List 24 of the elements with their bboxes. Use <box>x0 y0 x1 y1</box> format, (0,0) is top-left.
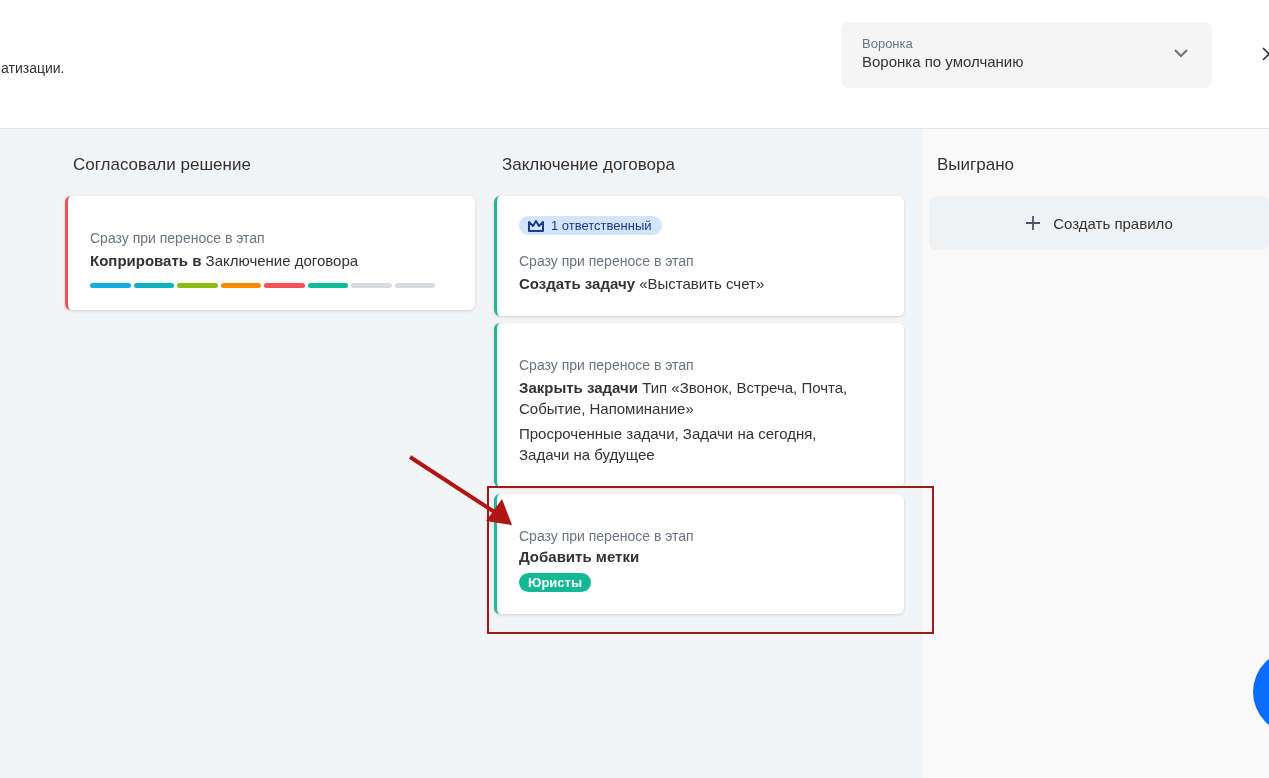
trigger-text: Сразу при переносе в этап <box>90 230 266 246</box>
trigger-text: Сразу при переносе в этап <box>519 528 695 544</box>
column-title: Выиграно <box>937 155 1015 175</box>
action-text: Коприровать в Заключение договора <box>90 251 360 271</box>
responsible-badge: 1 ответственный <box>519 216 662 235</box>
chevron-down-icon <box>1174 49 1188 58</box>
action-text: Создать задачу «Выставить счет» <box>519 274 766 294</box>
rule-card[interactable]: Сразу при переносе в этап Коприровать в Заключение договора <box>65 196 475 310</box>
tag-label: Юристы <box>519 573 592 592</box>
action-text: Закрыть задачи Тип «Звонок, Встреча, Почта, Событие, Напоминание» <box>519 378 849 419</box>
trigger-text: Сразу при переносе в этап <box>519 357 695 373</box>
column-title: Заключение договора <box>502 155 676 175</box>
rule-card[interactable]: 1 ответственный Сразу при переносе в этап Создать задачу «Выставить счет» <box>494 196 904 316</box>
funnel-select[interactable]: Воронка Воронка по умолчанию <box>841 22 1212 88</box>
plus-icon <box>1025 215 1042 231</box>
rule-card[interactable]: Сразу при переносе в этап Добавить метки Юристы <box>494 494 904 614</box>
column-title: Согласовали решение <box>73 155 252 175</box>
action-title: Добавить метки <box>519 548 641 565</box>
description-text: атизации. <box>1 60 65 76</box>
trigger-text: Сразу при переносе в этап <box>519 253 695 269</box>
create-rule-button[interactable]: Создать правило <box>929 196 1269 250</box>
crown-icon <box>527 218 545 233</box>
details-text: Просроченные задачи, Задачи на сегодня, Задачи на будущее <box>519 424 818 465</box>
rule-card[interactable]: Сразу при переносе в этап Закрыть задачи Тип «Звонок, Встреча, Почта, Событие, Напоминание» Просроченные задачи, Задачи на сегодня, Задачи на будущее <box>494 323 904 487</box>
